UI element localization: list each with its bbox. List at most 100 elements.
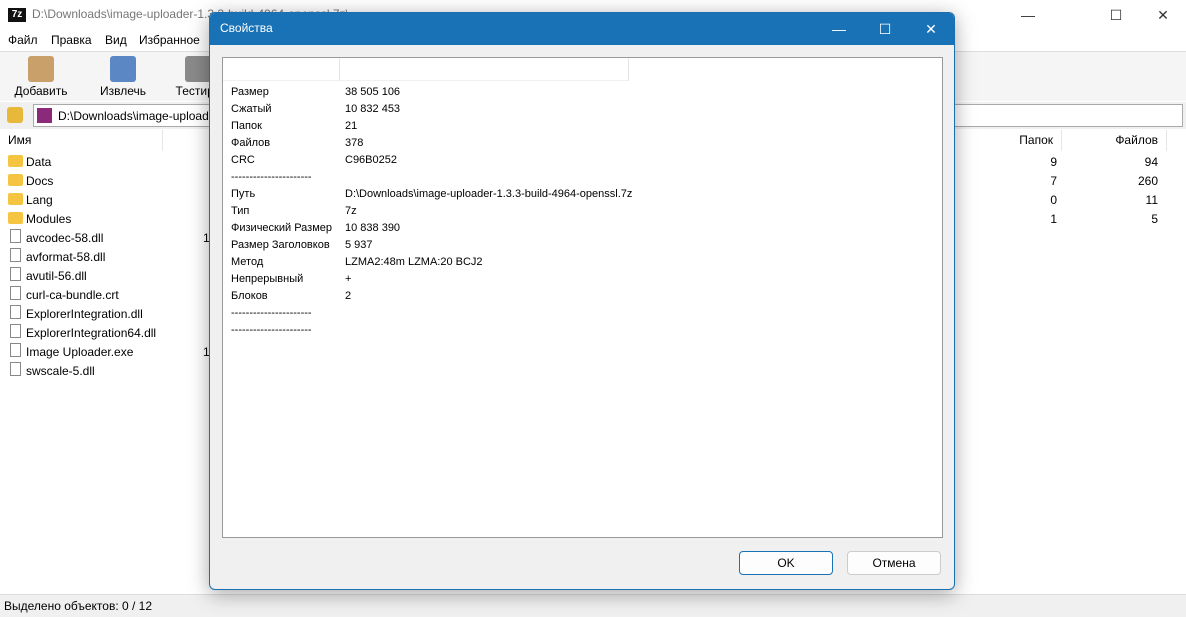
item-name: Image Uploader.exe bbox=[26, 345, 134, 359]
property-value: + bbox=[345, 273, 352, 285]
dialog-close-button[interactable]: ✕ bbox=[908, 13, 954, 45]
add-button[interactable]: Добавить bbox=[6, 56, 76, 98]
item-files: 94 bbox=[1144, 155, 1158, 169]
close-button[interactable]: ✕ bbox=[1140, 0, 1186, 30]
property-name: Тип bbox=[231, 205, 250, 217]
property-name: Блоков bbox=[231, 290, 268, 302]
folder-icon bbox=[8, 193, 23, 205]
dialog-maximize-button[interactable]: ☐ bbox=[862, 13, 908, 45]
item-folders: 7 bbox=[1050, 174, 1057, 188]
property-name: CRC bbox=[231, 154, 255, 166]
property-row: ---------------------- bbox=[231, 169, 345, 186]
status-text: Выделено объектов: 0 / 12 bbox=[4, 599, 153, 613]
list-item[interactable]: avformat-58.dll bbox=[0, 248, 230, 267]
property-value: 2 bbox=[345, 290, 352, 302]
properties-header bbox=[223, 58, 629, 81]
property-row: CRC C96B0252 bbox=[231, 152, 397, 169]
exe-icon bbox=[10, 343, 21, 357]
properties-dialog: Свойства — ☐ ✕ Размер 38 505 106 Сжатый 10 … bbox=[209, 12, 955, 590]
list-item[interactable]: ExplorerIntegration64.dll bbox=[0, 324, 230, 343]
maximize-button[interactable]: ☐ bbox=[1093, 0, 1139, 30]
item-name: avutil-56.dll bbox=[26, 269, 87, 283]
item-name: ExplorerIntegration64.dll bbox=[26, 326, 157, 340]
property-value: 21 bbox=[345, 120, 358, 132]
property-row: Размер Заголовков 5 937 bbox=[231, 237, 373, 254]
property-name: ---------------------- bbox=[231, 324, 312, 336]
item-name: curl-ca-bundle.crt bbox=[26, 288, 119, 302]
test-icon bbox=[185, 56, 211, 82]
property-name: Метод bbox=[231, 256, 264, 268]
list-item[interactable]: Image Uploader.exe bbox=[0, 343, 230, 362]
item-name: ExplorerIntegration.dll bbox=[26, 307, 143, 321]
file-icon bbox=[10, 248, 21, 262]
property-name: Файлов bbox=[231, 137, 271, 149]
property-value: LZMA2:48m LZMA:20 BCJ2 bbox=[345, 256, 483, 268]
item-name: swscale-5.dll bbox=[26, 364, 95, 378]
file-icon bbox=[10, 324, 21, 338]
property-row: Метод LZMA2:48m LZMA:20 BCJ2 bbox=[231, 254, 483, 271]
list-item[interactable]: Docs bbox=[0, 172, 230, 191]
property-value: 10 832 453 bbox=[345, 103, 401, 115]
item-name: Lang bbox=[26, 193, 53, 207]
column-header-folders[interactable]: Папок bbox=[960, 130, 1062, 151]
list-item[interactable]: curl-ca-bundle.crt bbox=[0, 286, 230, 305]
property-row: ---------------------- bbox=[231, 305, 345, 322]
menu-file[interactable]: Файл bbox=[8, 33, 38, 47]
property-value: C96B0252 bbox=[345, 154, 397, 166]
property-row: Размер 38 505 106 bbox=[231, 84, 400, 101]
property-value: 38 505 106 bbox=[345, 86, 401, 98]
column-header-name[interactable]: Имя bbox=[0, 130, 163, 151]
item-name: avcodec-58.dll bbox=[26, 231, 104, 245]
add-icon bbox=[28, 56, 54, 82]
item-folders: 0 bbox=[1050, 193, 1057, 207]
item-name: Data bbox=[26, 155, 52, 169]
property-name: ---------------------- bbox=[231, 307, 312, 319]
up-folder-icon[interactable] bbox=[7, 107, 23, 123]
item-files: 11 bbox=[1145, 193, 1158, 207]
property-row: Блоков 2 bbox=[231, 288, 351, 305]
list-item[interactable]: avcodec-58.dll bbox=[0, 229, 230, 248]
property-name: Непрерывный bbox=[231, 273, 304, 285]
property-name: ---------------------- bbox=[231, 171, 312, 183]
item-files: 260 bbox=[1137, 174, 1158, 188]
property-name: Сжатый bbox=[231, 103, 272, 115]
property-name: Физический Размер bbox=[231, 222, 333, 234]
list-item[interactable]: swscale-5.dll bbox=[0, 362, 230, 381]
extract-button[interactable]: Извлечь bbox=[88, 56, 158, 98]
menu-view[interactable]: Вид bbox=[105, 33, 127, 47]
property-value: 378 bbox=[345, 137, 364, 149]
property-row: Физический Размер 10 838 390 bbox=[231, 220, 400, 237]
property-value: 5 937 bbox=[345, 239, 373, 251]
file-icon bbox=[10, 267, 21, 281]
item-folders: 9 bbox=[1050, 155, 1057, 169]
column-header-files[interactable]: Файлов bbox=[1062, 130, 1167, 151]
menu-edit[interactable]: Правка bbox=[51, 33, 92, 47]
cancel-button[interactable]: Отмена bbox=[847, 551, 941, 575]
menu-favorites[interactable]: Избранное bbox=[139, 33, 200, 47]
item-name: Docs bbox=[26, 174, 54, 188]
item-name: Modules bbox=[26, 212, 72, 226]
extract-label: Извлечь bbox=[99, 84, 146, 98]
item-folders: 1 bbox=[1050, 212, 1057, 226]
list-item[interactable]: ExplorerIntegration.dll bbox=[0, 305, 230, 324]
dialog-title: Свойства bbox=[220, 21, 273, 35]
dialog-minimize-button[interactable]: — bbox=[816, 13, 862, 45]
file-icon bbox=[10, 229, 21, 243]
folder-icon bbox=[8, 174, 23, 186]
minimize-button[interactable]: — bbox=[1005, 0, 1051, 30]
dialog-titlebar: Свойства — ☐ ✕ bbox=[210, 13, 954, 45]
list-item[interactable]: Data bbox=[0, 153, 230, 172]
list-item[interactable]: avutil-56.dll bbox=[0, 267, 230, 286]
archive-icon bbox=[37, 108, 52, 123]
item-name: avformat-58.dll bbox=[26, 250, 106, 264]
property-row: Тип 7z bbox=[231, 203, 357, 220]
property-row: Папок 21 bbox=[231, 118, 357, 135]
property-row: Путь D:\Downloads\image-uploader-1.3.3-bu… bbox=[231, 186, 632, 203]
property-name: Размер bbox=[231, 86, 269, 98]
property-value: 10 838 390 bbox=[345, 222, 401, 234]
ok-button[interactable]: OK bbox=[739, 551, 833, 575]
list-item[interactable]: Lang bbox=[0, 191, 230, 210]
list-item[interactable]: Modules bbox=[0, 210, 230, 229]
file-icon bbox=[10, 286, 21, 300]
property-name: Размер Заголовков bbox=[231, 239, 330, 251]
